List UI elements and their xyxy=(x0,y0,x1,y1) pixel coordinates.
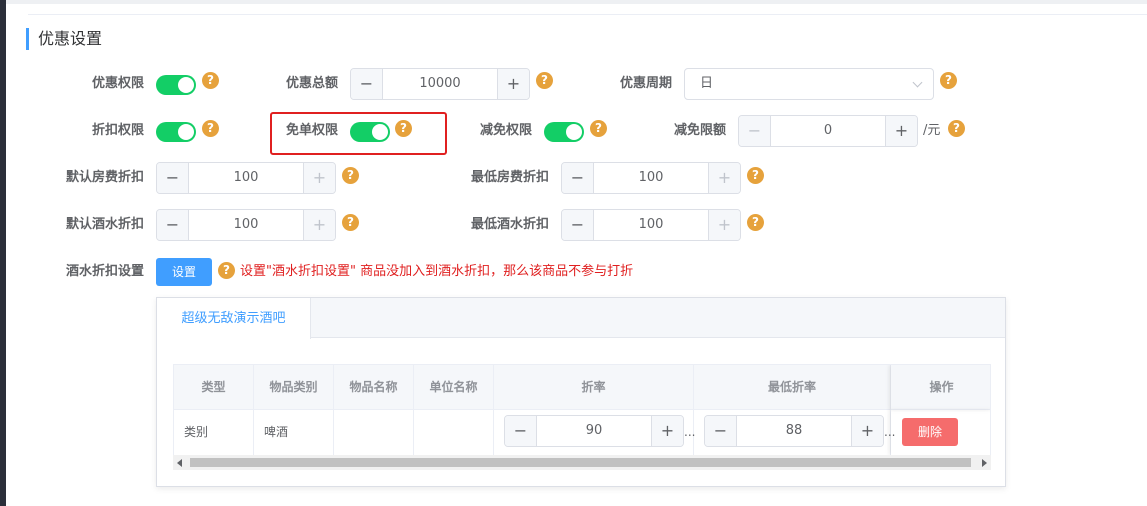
discount-switch[interactable] xyxy=(156,122,196,142)
rate-value[interactable]: 90 xyxy=(537,416,651,446)
plus-icon[interactable]: + xyxy=(885,116,917,146)
privilege-switch[interactable] xyxy=(156,75,196,95)
min-room-discount-value[interactable]: 100 xyxy=(594,163,708,193)
min-room-discount-stepper[interactable]: − 100 + xyxy=(561,162,741,194)
cell-type: 类别 xyxy=(174,410,254,455)
question-circle-icon[interactable]: ? xyxy=(948,120,965,137)
question-circle-icon[interactable]: ? xyxy=(342,167,359,184)
question-circle-icon[interactable]: ? xyxy=(536,72,553,89)
minus-icon[interactable]: − xyxy=(505,416,537,446)
top-edge-strip xyxy=(6,0,1147,4)
plus-icon[interactable]: + xyxy=(497,69,529,99)
column-header: 物品类别 xyxy=(254,365,334,410)
min-rate-value[interactable]: 88 xyxy=(737,416,851,446)
min-drink-discount-value[interactable]: 100 xyxy=(594,210,708,240)
cell-category: 啤酒 xyxy=(254,410,334,455)
minus-icon[interactable]: − xyxy=(157,163,189,193)
tab-bar-venue[interactable]: 超级无敌演示酒吧 xyxy=(157,298,311,339)
drink-discount-setting-label: 酒水折扣设置 xyxy=(65,264,144,279)
reduce-limit-label: 减免限额 xyxy=(673,123,726,138)
overflow-ellipsis: ... xyxy=(884,425,896,439)
min-rate-stepper[interactable]: − 88 + xyxy=(704,415,884,447)
privilege-label: 优惠权限 xyxy=(91,76,144,91)
minus-icon[interactable]: − xyxy=(562,210,594,240)
plus-icon[interactable]: + xyxy=(303,210,335,240)
cell-unit xyxy=(414,410,494,455)
switch-knob xyxy=(178,124,194,140)
column-header: 折率 xyxy=(494,365,694,410)
scroll-right-icon[interactable] xyxy=(982,459,987,467)
scroll-left-icon[interactable] xyxy=(177,459,182,467)
min-room-discount-label: 最低房费折扣 xyxy=(470,170,549,185)
overflow-ellipsis: ... xyxy=(684,425,696,439)
question-circle-icon[interactable]: ? xyxy=(940,72,957,89)
column-header: 物品名称 xyxy=(334,365,414,410)
period-select[interactable]: 日 xyxy=(684,68,934,100)
default-drink-discount-stepper[interactable]: − 100 + xyxy=(156,209,336,241)
default-room-discount-stepper[interactable]: − 100 + xyxy=(156,162,336,194)
total-value[interactable]: 10000 xyxy=(383,69,497,99)
minus-icon[interactable]: − xyxy=(562,163,594,193)
question-circle-icon[interactable]: ? xyxy=(202,120,219,137)
plus-icon[interactable]: + xyxy=(708,210,740,240)
default-drink-discount-value[interactable]: 100 xyxy=(189,210,303,240)
column-header: 最低折率 xyxy=(694,365,891,410)
plus-icon[interactable]: + xyxy=(651,416,683,446)
total-stepper[interactable]: − 10000 + xyxy=(350,68,530,100)
switch-knob xyxy=(566,124,582,140)
minus-icon[interactable]: − xyxy=(705,416,737,446)
cell-name xyxy=(334,410,414,455)
section-title: 优惠设置 xyxy=(26,28,102,50)
discount-label: 折扣权限 xyxy=(91,123,144,138)
reduce-limit-value[interactable]: 0 xyxy=(771,116,885,146)
delete-button[interactable]: 删除 xyxy=(902,418,958,446)
reduce-label: 减免权限 xyxy=(479,123,532,138)
minus-icon[interactable]: − xyxy=(351,69,383,99)
hint-text: 设置"酒水折扣设置" 商品没加入到酒水折扣，那么该商品不参与打折 xyxy=(240,264,634,279)
minus-icon[interactable]: − xyxy=(739,116,771,146)
default-room-discount-value[interactable]: 100 xyxy=(189,163,303,193)
period-value: 日 xyxy=(700,76,714,91)
scrollbar-thumb[interactable] xyxy=(190,458,971,467)
question-circle-icon[interactable]: ? xyxy=(218,262,235,279)
question-circle-icon[interactable]: ? xyxy=(590,120,607,137)
discount-table: 类型 物品类别 物品名称 单位名称 折率 最低折率 操作 类别 啤酒 − 90 … xyxy=(173,364,991,456)
plus-icon[interactable]: + xyxy=(851,416,883,446)
drink-discount-panel: 超级无敌演示酒吧 类型 物品类别 物品名称 单位名称 折率 最低折率 操作 类别… xyxy=(156,297,1006,487)
currency-unit: /元 xyxy=(923,123,941,138)
divider xyxy=(28,14,1147,15)
column-header: 类型 xyxy=(174,365,254,410)
min-drink-discount-stepper[interactable]: − 100 + xyxy=(561,209,741,241)
plus-icon[interactable]: + xyxy=(708,163,740,193)
switch-knob xyxy=(178,77,194,93)
column-header: 操作 xyxy=(891,365,990,410)
reduce-switch[interactable] xyxy=(544,122,584,142)
question-circle-icon[interactable]: ? xyxy=(202,72,219,89)
set-button[interactable]: 设置 xyxy=(156,258,212,286)
minus-icon[interactable]: − xyxy=(157,210,189,240)
total-label: 优惠总额 xyxy=(285,76,338,91)
period-label: 优惠周期 xyxy=(619,76,672,91)
column-header: 单位名称 xyxy=(414,365,494,410)
chevron-down-icon xyxy=(912,77,923,88)
reduce-limit-stepper[interactable]: − 0 + xyxy=(738,115,918,147)
default-room-discount-label: 默认房费折扣 xyxy=(65,170,144,185)
plus-icon[interactable]: + xyxy=(303,163,335,193)
question-circle-icon[interactable]: ? xyxy=(747,167,764,184)
left-edge-strip xyxy=(0,0,6,506)
horizontal-scrollbar[interactable] xyxy=(173,455,991,470)
question-circle-icon[interactable]: ? xyxy=(342,214,359,231)
default-drink-discount-label: 默认酒水折扣 xyxy=(65,217,144,232)
rate-stepper[interactable]: − 90 + xyxy=(504,415,684,447)
highlight-box xyxy=(270,112,447,155)
min-drink-discount-label: 最低酒水折扣 xyxy=(470,217,549,232)
question-circle-icon[interactable]: ? xyxy=(747,214,764,231)
